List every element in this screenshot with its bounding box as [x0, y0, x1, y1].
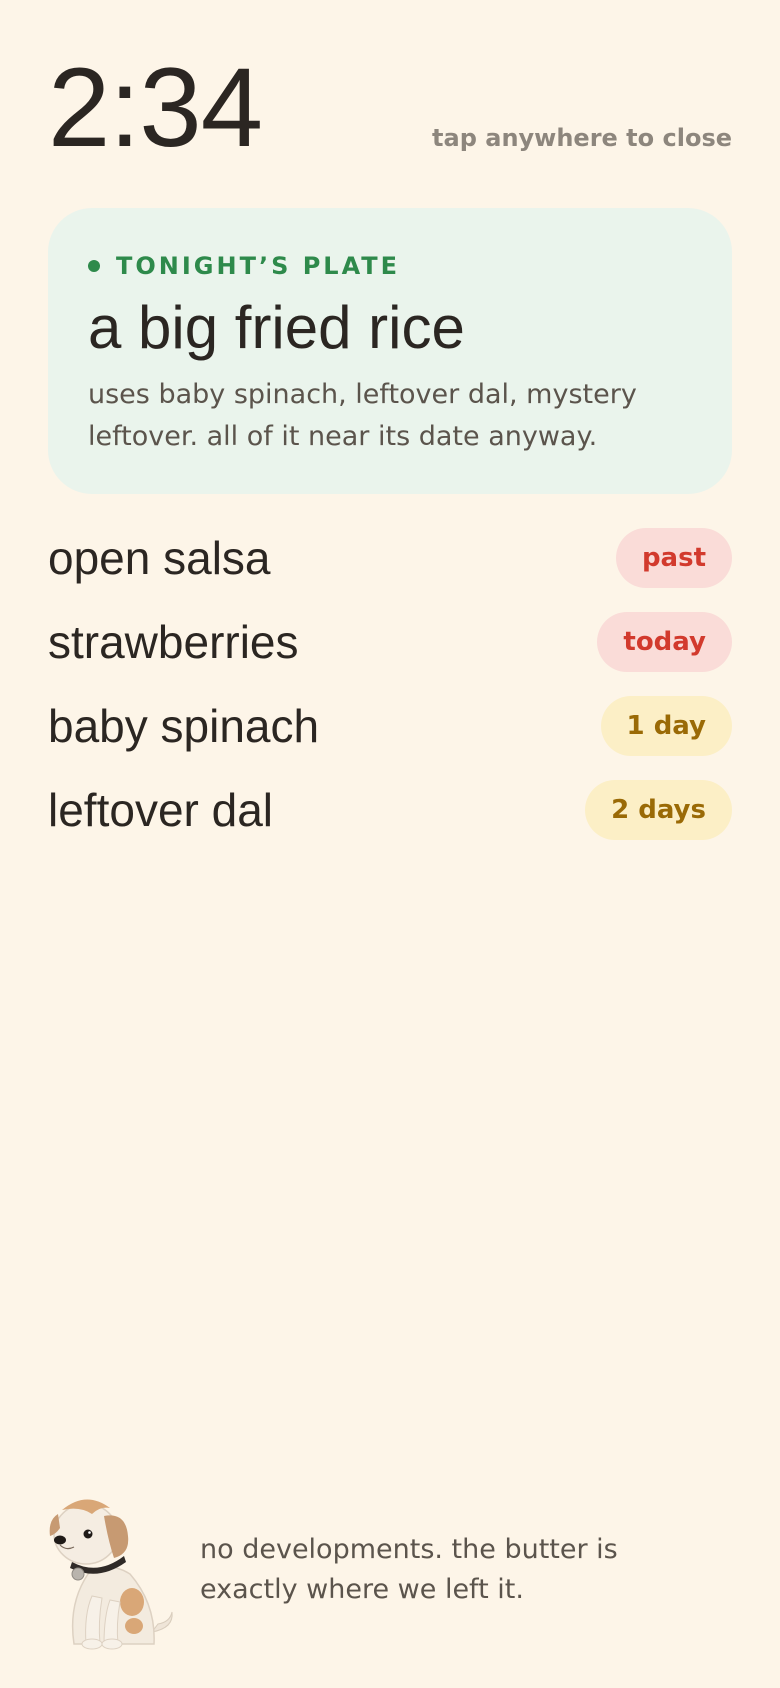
- expiry-badge: past: [615, 528, 732, 588]
- plate-eyebrow: TONIGHT’S PLATE: [88, 250, 692, 282]
- item-name: open salsa: [48, 532, 271, 584]
- status-dot-icon: [88, 260, 100, 272]
- close-hint[interactable]: tap anywhere to close: [432, 124, 732, 152]
- list-item[interactable]: open salsa past: [48, 528, 732, 588]
- item-name: leftover dal: [48, 784, 274, 836]
- plate-description: uses baby spinach, leftover dal, mystery…: [88, 379, 637, 452]
- clock-time: 2:34: [48, 45, 263, 170]
- plate-eyebrow-label: TONIGHT’S PLATE: [116, 252, 401, 280]
- tonights-plate-card[interactable]: TONIGHT’S PLATE a big fried rice uses ba…: [48, 208, 732, 494]
- list-item[interactable]: strawberries today: [48, 612, 732, 672]
- item-name: baby spinach: [48, 700, 320, 752]
- footer-message: no developments. the butter is exactly w…: [200, 1534, 618, 1605]
- list-item[interactable]: leftover dal 2 days: [48, 780, 732, 840]
- plate-title: a big fried rice: [88, 294, 465, 361]
- expiring-items-list: open salsa past strawberries today baby …: [48, 528, 732, 864]
- expiry-badge: 2 days: [585, 780, 732, 840]
- item-name: strawberries: [48, 616, 299, 668]
- expiry-badge: today: [597, 612, 732, 672]
- expiry-badge: 1 day: [600, 696, 732, 756]
- puppy-icon: [49, 1499, 173, 1650]
- list-item[interactable]: baby spinach 1 day: [48, 696, 732, 756]
